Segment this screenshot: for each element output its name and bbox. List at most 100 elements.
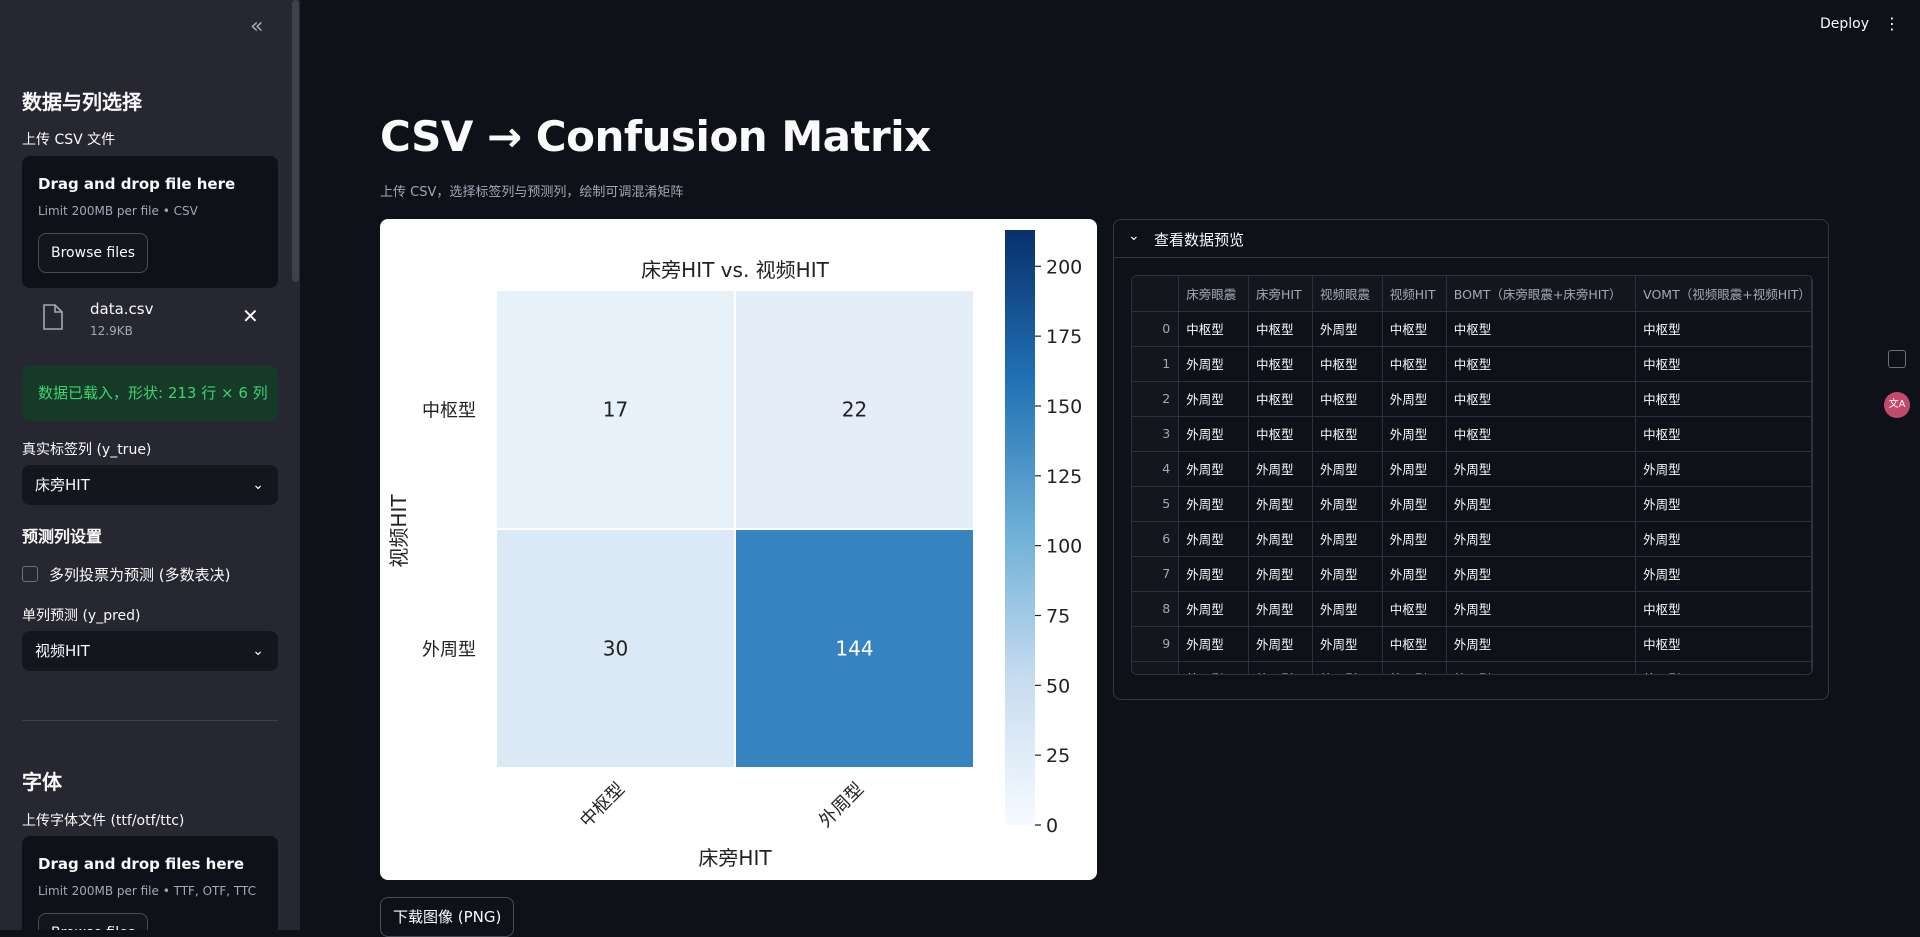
row-index: 7 [1132, 556, 1180, 592]
column-header[interactable]: VOMT（视频眼震+视频HIT） [1635, 276, 1812, 312]
multi-vote-label[interactable]: 多列投票为预测 (多数表决) [49, 564, 230, 585]
y-pred-label: 单列预测 (y_pred) [22, 608, 141, 624]
chevron-down-icon: ⌄ [1128, 228, 1140, 244]
y-true-label: 真实标签列 (y_true) [22, 442, 152, 458]
row-index: 3 [1132, 416, 1180, 452]
table-cell: 中枢型 [1382, 626, 1447, 662]
table-cell: 中枢型 [1635, 591, 1812, 627]
table-header-row: 床旁眼震 床旁HIT 视频眼震 视频HIT BOMT（床旁眼震+床旁HIT） VOMT（视… [1132, 276, 1812, 312]
table-cell: 中枢型 [1248, 381, 1313, 417]
table-cell: 外周型 [1382, 381, 1447, 417]
table-row[interactable]: 9 外周型 外周型 外周型 中枢型 外周型 中枢型 [1132, 626, 1812, 662]
row-index: 9 [1132, 626, 1180, 662]
sidebar-divider [22, 720, 278, 721]
table-cell: 外周型 [1178, 521, 1249, 557]
browse-files-button[interactable]: Browse files [38, 913, 149, 930]
column-header[interactable] [1132, 276, 1180, 312]
table-cell: 外周型 [1382, 451, 1447, 487]
download-png-button[interactable]: 下载图像 (PNG) [380, 897, 515, 937]
table-cell: 外周型 [1312, 556, 1383, 592]
data-preview-title: 查看数据预览 [1154, 231, 1245, 249]
x-tick-label: 外周型 [815, 779, 868, 832]
table-cell: 中枢型 [1635, 346, 1812, 382]
table-row[interactable]: 0 中枢型 中枢型 外周型 中枢型 中枢型 中枢型 [1132, 311, 1812, 347]
table-cell: 外周型 [1178, 661, 1249, 674]
table-row[interactable]: 1 外周型 中枢型 中枢型 中枢型 中枢型 中枢型 [1132, 346, 1812, 382]
column-header[interactable]: BOMT（床旁眼震+床旁HIT） [1446, 276, 1637, 312]
remove-file-icon[interactable]: ✕ [242, 304, 259, 328]
browse-files-button[interactable]: Browse files [38, 233, 149, 273]
column-header[interactable]: 视频HIT [1382, 276, 1447, 312]
table-row[interactable]: 10外周型外周型外周型外周型外周型外周型 [1132, 661, 1812, 674]
table-cell: 中枢型 [1446, 311, 1637, 347]
table-row[interactable]: 5 外周型 外周型 外周型 外周型 外周型 外周型 [1132, 486, 1812, 522]
section-title-data: 数据与列选择 [22, 90, 142, 114]
deploy-button[interactable]: Deploy [1820, 16, 1869, 32]
table-cell: 外周型 [1446, 626, 1637, 662]
colorbar-tick-label: 125 [1046, 466, 1082, 488]
x-tick-label: 中枢型 [576, 779, 629, 832]
csv-dropzone[interactable]: Drag and drop file here Limit 200MB per … [22, 156, 278, 288]
table-cell: 中枢型 [1635, 416, 1812, 452]
column-header[interactable]: 床旁HIT [1248, 276, 1313, 312]
table-cell: 中枢型 [1446, 346, 1637, 382]
sidebar-scrollbar[interactable] [292, 0, 299, 282]
dropzone-limit: Limit 200MB per file • TTF, OTF, TTC [38, 884, 257, 898]
table-cell: 外周型 [1178, 381, 1249, 417]
colorbar-tick-label: 75 [1046, 605, 1070, 627]
table-cell: 外周型 [1248, 661, 1313, 674]
y-true-select[interactable]: 床旁HIT ⌄ [22, 465, 278, 505]
sidebar: « 数据与列选择 上传 CSV 文件 Drag and drop file he… [0, 0, 300, 930]
column-header[interactable]: 视频眼震 [1312, 276, 1383, 312]
table-cell: 外周型 [1178, 626, 1249, 662]
dropzone-title: Drag and drop file here [38, 175, 236, 193]
table-cell: 外周型 [1635, 661, 1812, 674]
table-cell: 外周型 [1635, 486, 1812, 522]
table-cell: 外周型 [1312, 521, 1383, 557]
table-cell: 中枢型 [1635, 311, 1812, 347]
table-cell: 外周型 [1248, 556, 1313, 592]
table-cell: 中枢型 [1178, 311, 1249, 347]
file-icon [43, 304, 63, 330]
y-true-value: 床旁HIT [35, 476, 90, 494]
table-cell: 外周型 [1178, 556, 1249, 592]
table-cell: 外周型 [1312, 451, 1383, 487]
table-row[interactable]: 4 外周型 外周型 外周型 外周型 外周型 外周型 [1132, 451, 1812, 487]
table-cell: 中枢型 [1248, 311, 1313, 347]
chevron-down-icon: ⌄ [252, 477, 264, 493]
table-cell: 外周型 [1635, 451, 1812, 487]
table-cell: 外周型 [1446, 661, 1637, 674]
table-row[interactable]: 2 外周型 中枢型 中枢型 外周型 中枢型 中枢型 [1132, 381, 1812, 417]
table-row[interactable]: 6 外周型 外周型 外周型 外周型 外周型 外周型 [1132, 521, 1812, 557]
table-cell: 外周型 [1178, 416, 1249, 452]
confusion-matrix-figure: 床旁HIT vs. 视频HIT 17 22 30 144 中枢型 外周型 中枢型 外周型 … [380, 219, 1097, 880]
table-cell: 外周型 [1635, 521, 1812, 557]
y-pred-select[interactable]: 视频HIT ⌄ [22, 631, 278, 671]
table-cell: 外周型 [1446, 521, 1637, 557]
cell-value-label: 22 [842, 398, 867, 422]
more-menu-icon[interactable]: ⋮ [1884, 14, 1900, 33]
cell-value-label: 17 [603, 398, 628, 422]
table-cell: 外周型 [1382, 416, 1447, 452]
data-preview-expander: ⌄ 查看数据预览 床旁眼震 床旁HIT 视频眼震 视频HIT BOMT（床旁眼震+床旁H… [1113, 219, 1829, 700]
table-cell: 中枢型 [1446, 381, 1637, 417]
column-header[interactable]: 床旁眼震 [1178, 276, 1249, 312]
success-alert: 数据已载入，形状: 213 行 × 6 列 [22, 365, 278, 421]
confusion-matrix-chart: 床旁HIT vs. 视频HIT 17 2230 144 中枢型外周型 中枢型 外周型 … [387, 230, 1082, 870]
row-index: 8 [1132, 591, 1180, 627]
multi-vote-checkbox[interactable] [22, 566, 38, 582]
table-row[interactable]: 3 外周型 中枢型 中枢型 外周型 中枢型 中枢型 [1132, 416, 1812, 452]
data-preview-header[interactable]: ⌄ 查看数据预览 [1114, 220, 1828, 258]
table-cell: 中枢型 [1382, 591, 1447, 627]
table-row[interactable]: 7 外周型 外周型 外周型 外周型 外周型 外周型 [1132, 556, 1812, 592]
table-cell: 外周型 [1248, 486, 1313, 522]
data-preview-table[interactable]: 床旁眼震 床旁HIT 视频眼震 视频HIT BOMT（床旁眼震+床旁HIT） VOMT（视… [1131, 275, 1813, 675]
table-row[interactable]: 8 外周型 外周型 外周型 中枢型 外周型 中枢型 [1132, 591, 1812, 627]
y-axis-label: 视频HIT [387, 494, 411, 568]
collapse-sidebar-icon[interactable]: « [250, 14, 263, 39]
colorbar-tick-label: 150 [1046, 396, 1082, 418]
translate-icon[interactable]: 文A [1884, 392, 1910, 418]
cell-value-label: 144 [835, 637, 873, 661]
grid-icon[interactable] [1888, 350, 1906, 368]
font-dropzone[interactable]: Drag and drop files here Limit 200MB per… [22, 836, 278, 930]
